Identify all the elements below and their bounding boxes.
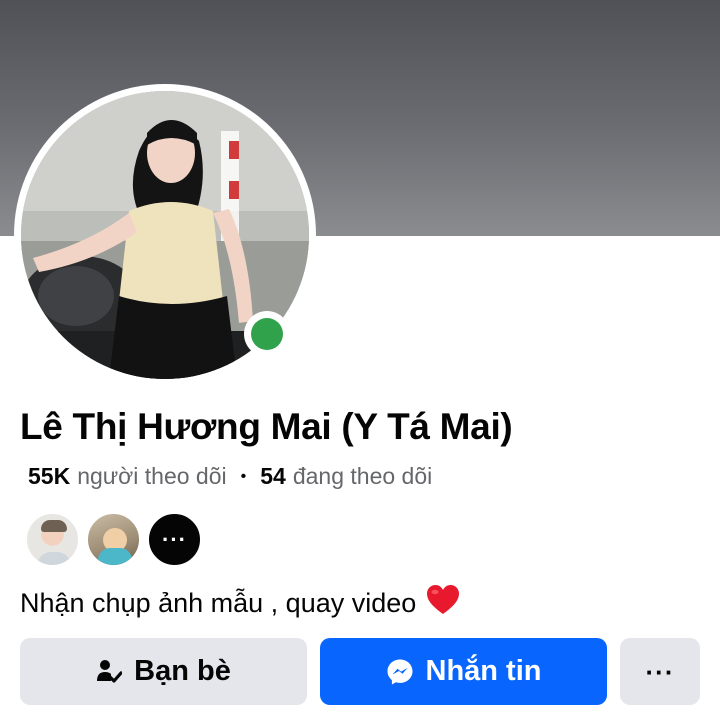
more-options-button[interactable]: ··· [620, 638, 700, 705]
friends-button-label: Bạn bè [134, 655, 231, 687]
more-dots-icon: ··· [645, 656, 675, 687]
stats-separator: • [240, 467, 247, 485]
friends-button[interactable]: Bạn bè [20, 638, 307, 705]
friend-avatar[interactable] [25, 512, 80, 567]
more-friends-button[interactable]: ··· [147, 512, 202, 567]
message-button[interactable]: Nhắn tin [320, 638, 607, 705]
messenger-icon [386, 658, 414, 686]
profile-name: Lê Thị Hương Mai (Y Tá Mai) [20, 406, 513, 447]
mutual-friends-avatars: ··· [25, 512, 208, 567]
bio-text: Nhận chụp ảnh mẫu , quay video [20, 588, 417, 618]
friend-check-icon [96, 659, 123, 685]
online-status-indicator [244, 311, 290, 357]
followers-count[interactable]: 55K [28, 463, 70, 490]
more-friends-dots: ··· [162, 526, 187, 552]
follow-stats: 55K người theo dõi • 54 đang theo dõi [28, 463, 432, 490]
following-label[interactable]: đang theo dõi [293, 463, 432, 490]
heart-icon [426, 584, 460, 623]
friend-avatar[interactable] [86, 512, 141, 567]
profile-bio: Nhận chụp ảnh mẫu , quay video [20, 584, 460, 623]
message-button-label: Nhắn tin [425, 655, 542, 687]
followers-label[interactable]: người theo dõi [77, 463, 226, 490]
following-count[interactable]: 54 [260, 463, 286, 490]
